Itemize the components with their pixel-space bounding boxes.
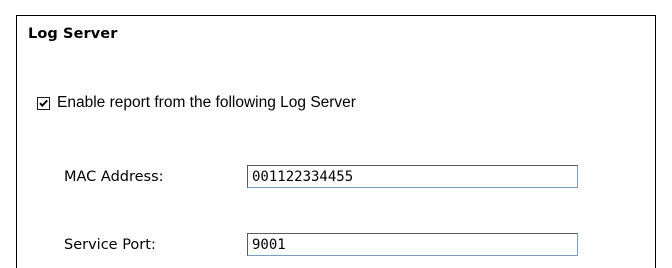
section-title: Log Server bbox=[28, 26, 118, 42]
enable-report-label: Enable report from the following Log Ser… bbox=[57, 94, 356, 111]
service-port-row: Service Port: bbox=[64, 233, 578, 256]
service-port-label: Service Port: bbox=[64, 236, 156, 253]
log-server-panel: Log Server Enable report from the follow… bbox=[16, 15, 656, 268]
enable-report-checkbox[interactable] bbox=[37, 96, 50, 110]
enable-report-option[interactable]: Enable report from the following Log Ser… bbox=[37, 93, 356, 113]
mac-address-label: MAC Address: bbox=[64, 168, 164, 185]
mac-address-row: MAC Address: bbox=[64, 165, 578, 188]
service-port-input[interactable] bbox=[247, 233, 578, 256]
checkmark-icon bbox=[39, 99, 48, 107]
mac-address-input[interactable] bbox=[247, 165, 578, 188]
